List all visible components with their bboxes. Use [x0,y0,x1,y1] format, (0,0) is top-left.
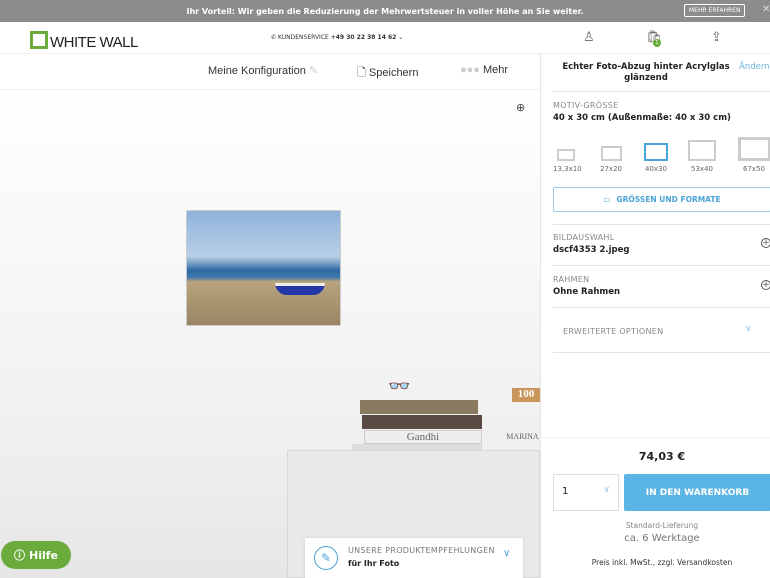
size-option[interactable]: 27x20 [598,146,624,173]
sizes-formats-button[interactable]: ▭ GRÖSSEN UND FORMATE [553,187,770,212]
product-recommendations[interactable]: ✎ UNSERE PRODUKTEMPFEHLUNGEN für Ihr Fot… [305,538,523,578]
cart-icon[interactable]: 🛍 1 [646,30,663,47]
more-button[interactable]: ●●● Mehr [460,64,508,76]
formats-label: GRÖSSEN UND FORMATE [616,195,721,204]
config-panel: Echter Foto-Abzug hinter Acrylglas glänz… [540,54,770,578]
phone-icon: ✆ [271,34,277,41]
price: 74,03 € [638,450,686,463]
service-label: KUNDENSERVICE [277,34,329,41]
delivery-label: Standard-Lieferung [625,521,699,530]
chevron-down-icon: ∨ [603,485,610,495]
share-icon[interactable]: ⇪ [711,30,722,45]
size-option-label: 53x40 [691,165,713,173]
frame-label: RAHMEN [553,275,590,284]
config-label: Meine Konfiguration [208,65,306,77]
magic-wand-icon: ✎ [314,546,338,570]
plus-circle-icon[interactable]: + [761,238,770,248]
chevron-down-icon: ⌄ [398,34,404,41]
reco-title: UNSERE PRODUKTEMPFEHLUNGEN [348,546,495,555]
help-button[interactable]: ⓘ Hilfe [1,541,71,569]
chevron-down-icon[interactable]: ∨ [745,324,752,334]
size-option[interactable]: 67x50 [737,137,770,173]
chevron-down-icon: ∨ [503,548,511,559]
question-icon: ⓘ [14,549,25,562]
size-option-label: 27x20 [600,165,622,173]
book-title: MARINA [505,432,540,446]
format-icon: ▭ [603,195,611,204]
advanced-options-toggle[interactable]: ERWEITERTE OPTIONEN [563,327,663,336]
user-icon[interactable]: ♙ [583,30,595,45]
size-option-label: 40x30 [645,165,667,173]
help-label: Hilfe [29,548,58,562]
reco-subtitle: für Ihr Foto [348,559,400,568]
save-button[interactable]: 🗋 Speichern [357,64,418,83]
size-option[interactable]: 13,3x10 [553,149,582,173]
plus-circle-icon[interactable]: + [761,280,770,290]
image-value[interactable]: dscf4353 2.jpeg [553,245,630,255]
size-label: MOTIV-GRÖSSE [553,101,619,110]
book-title: 100 [512,388,540,402]
save-label: Speichern [368,67,419,79]
size-option[interactable]: 53x40 [687,140,717,173]
close-icon[interactable]: ✕ [762,4,770,15]
image-label: BILDAUSWAHL [553,233,615,242]
product-title: Echter Foto-Abzug hinter Acrylglas glänz… [562,62,730,83]
change-link[interactable]: Ändern [739,62,770,72]
learn-more-button[interactable]: MEHR ERFAHREN [684,4,746,17]
delivery-value: ca. 6 Werktage [624,533,700,544]
toolbar: Meine Konfiguration ✎ 🗋 Speichern ●●● Me… [0,54,540,90]
logo[interactable]: WHITE WALL [30,28,138,51]
glasses-decoration: 👓 [388,376,411,397]
promo-text: Ihr Vorteil: Wir geben die Reduzierung d… [186,6,584,16]
frame-value[interactable]: Ohne Rahmen [553,287,620,297]
size-value: 40 x 30 cm (Außenmaße: 40 x 30 cm) [553,113,731,123]
price-note: Preis inkl. MwSt., zzgl. Versandkosten [591,558,733,567]
size-option-selected[interactable]: 40x30 [642,143,670,173]
service-phone: +49 30 22 38 14 62 [330,34,397,41]
promo-banner: Ihr Vorteil: Wir geben die Reduzierung d… [0,0,770,22]
room-preview: ⊕ 👓 Gandhi 100 MARINA [0,91,540,578]
book-title: Gandhi [364,430,482,444]
logo-text: WHITE WALL [50,34,138,51]
logo-square-icon [30,30,48,49]
quantity-select[interactable]: 1 ∨ [553,474,619,511]
size-option-label: 67x50 [743,165,765,173]
quantity-value: 1 [562,486,569,497]
my-configuration-button[interactable]: Meine Konfiguration ✎ [208,64,318,77]
more-label: Mehr [483,64,509,76]
boat [275,283,325,295]
cart-count-badge: 1 [653,39,661,47]
customer-service-dropdown[interactable]: ✆ KUNDENSERVICE +49 30 22 38 14 62 ⌄ [271,34,403,41]
books-decoration: Gandhi [352,396,482,458]
dots-icon: ●●● [460,64,480,76]
header: WHITE WALL ✆ KUNDENSERVICE +49 30 22 38 … [0,22,770,54]
document-icon: 🗋 [357,67,366,79]
add-to-cart-button[interactable]: IN DEN WARENKORB [624,474,770,511]
zoom-in-icon[interactable]: ⊕ [516,101,525,114]
size-option-label: 13,3x10 [553,165,582,173]
pencil-icon: ✎ [308,65,319,77]
photo-preview [186,210,341,326]
